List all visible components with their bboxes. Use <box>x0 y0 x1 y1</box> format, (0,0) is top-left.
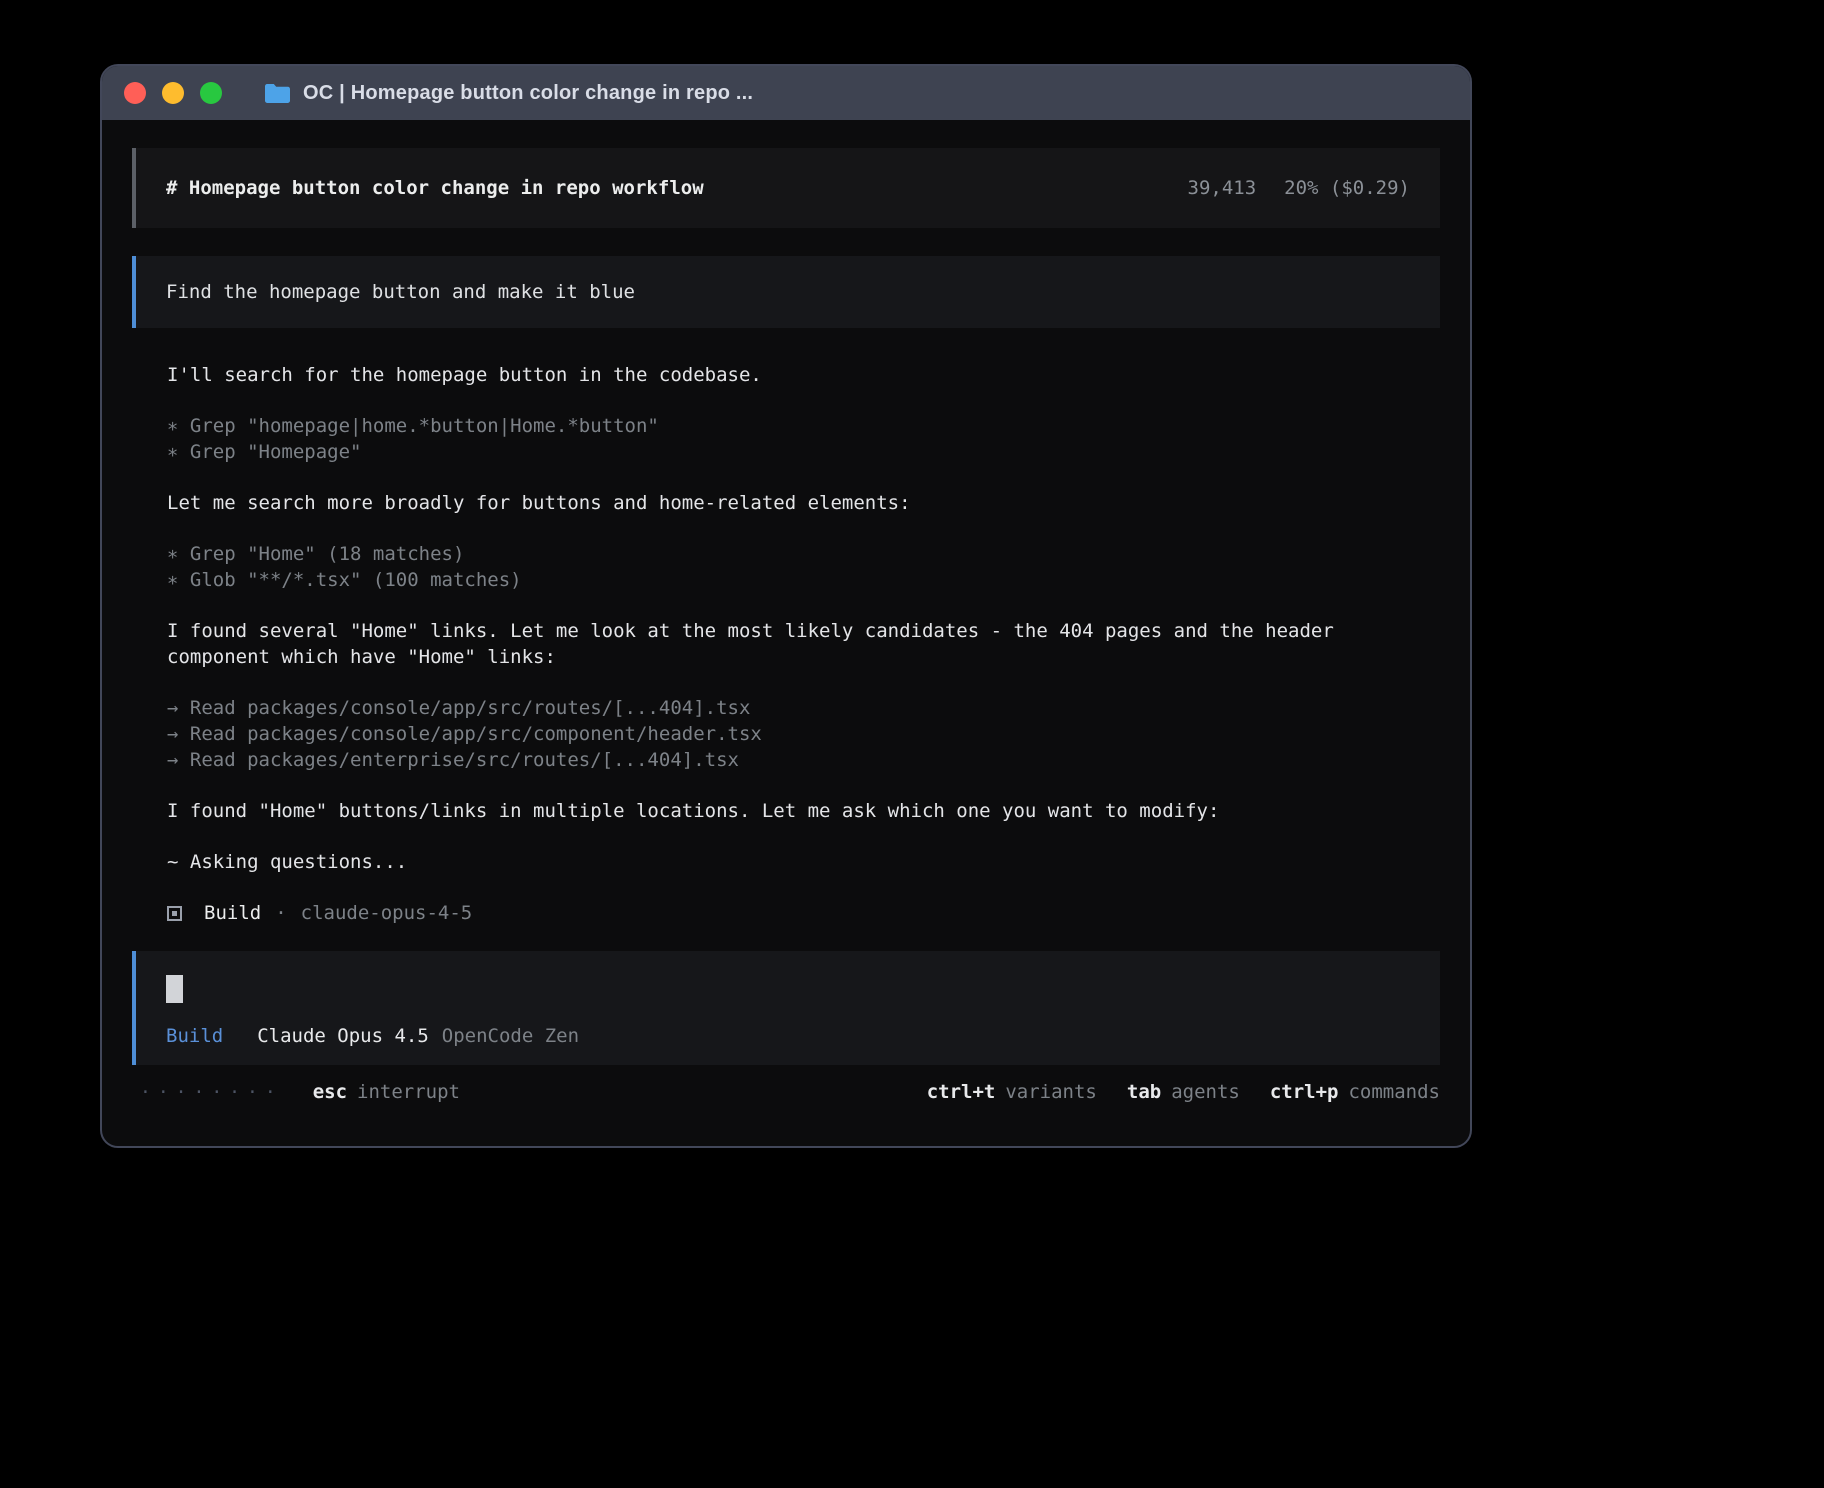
key-ctrl-t: ctrl+t <box>927 1081 996 1103</box>
tool-call-read: → Read packages/console/app/src/routes/[… <box>167 695 1440 721</box>
hint-interrupt: esc interrupt <box>313 1081 460 1103</box>
key-ctrl-p: ctrl+p <box>1270 1081 1339 1103</box>
tool-call-read: → Read packages/console/app/src/componen… <box>167 721 1440 747</box>
minimize-button[interactable] <box>162 82 184 104</box>
agent-icon <box>167 906 182 921</box>
text-cursor <box>166 975 183 1003</box>
label-agents: agents <box>1171 1081 1240 1103</box>
close-button[interactable] <box>124 82 146 104</box>
terminal-content: # Homepage button color change in repo w… <box>102 148 1470 1103</box>
status-bar: ········ esc interrupt ctrl+t variants tab… <box>132 1081 1440 1103</box>
assistant-text: Let me search more broadly for buttons a… <box>167 490 1440 516</box>
hint-agents: tab agents <box>1127 1081 1240 1103</box>
prompt-input[interactable]: Build Claude Opus 4.5 OpenCode Zen <box>132 951 1440 1065</box>
session-header: # Homepage button color change in repo w… <box>132 148 1440 228</box>
input-provider-label: OpenCode Zen <box>442 1025 579 1047</box>
asking-questions-status: ~ Asking questions... <box>167 849 1440 875</box>
label-interrupt: interrupt <box>357 1081 460 1103</box>
label-commands: commands <box>1348 1081 1440 1103</box>
hint-variants: ctrl+t variants <box>927 1081 1097 1103</box>
key-esc: esc <box>313 1081 347 1103</box>
context-cost: 20% ($0.29) <box>1284 177 1410 199</box>
agent-status-line: Build · claude-opus-4-5 <box>167 900 1440 926</box>
tool-call-read: → Read packages/enterprise/src/routes/[.… <box>167 747 1440 773</box>
window-title: OC | Homepage button color change in rep… <box>303 82 753 105</box>
agent-model: claude-opus-4-5 <box>301 900 473 926</box>
assistant-text: I'll search for the homepage button in t… <box>167 362 1440 388</box>
zoom-button[interactable] <box>200 82 222 104</box>
user-message-text: Find the homepage button and make it blu… <box>166 281 635 303</box>
spinner-dots: ········ <box>140 1082 283 1103</box>
terminal-window: OC | Homepage button color change in rep… <box>100 64 1472 1148</box>
tool-call-glob: ∗ Glob "**/*.tsx" (100 matches) <box>167 567 1440 593</box>
footer-shortcuts: ctrl+t variants tab agents ctrl+p commands <box>927 1081 1440 1103</box>
label-variants: variants <box>1005 1081 1097 1103</box>
assistant-text: I found "Home" buttons/links in multiple… <box>167 798 1440 824</box>
tool-call-grep: ∗ Grep "Homepage" <box>167 439 1440 465</box>
titlebar[interactable]: OC | Homepage button color change in rep… <box>102 66 1470 120</box>
session-stats: 39,413 20% ($0.29) <box>1188 177 1410 199</box>
input-model-label[interactable]: Claude Opus 4.5 <box>257 1025 429 1047</box>
token-count: 39,413 <box>1188 177 1257 199</box>
agent-name: Build <box>204 900 261 926</box>
key-tab: tab <box>1127 1081 1161 1103</box>
tool-call-grep: ∗ Grep "Home" (18 matches) <box>167 541 1440 567</box>
input-agent-label[interactable]: Build <box>166 1025 223 1047</box>
transcript: I'll search for the homepage button in t… <box>132 362 1440 926</box>
assistant-text: I found several "Home" links. Let me loo… <box>167 618 1440 670</box>
folder-icon <box>264 83 291 104</box>
agent-separator: · <box>275 900 286 926</box>
input-status-line: Build Claude Opus 4.5 OpenCode Zen <box>166 1025 1410 1047</box>
user-message: Find the homepage button and make it blu… <box>132 256 1440 328</box>
session-title: # Homepage button color change in repo w… <box>166 177 704 199</box>
tool-call-grep: ∗ Grep "homepage|home.*button|Home.*butt… <box>167 413 1440 439</box>
hint-commands: ctrl+p commands <box>1270 1081 1440 1103</box>
